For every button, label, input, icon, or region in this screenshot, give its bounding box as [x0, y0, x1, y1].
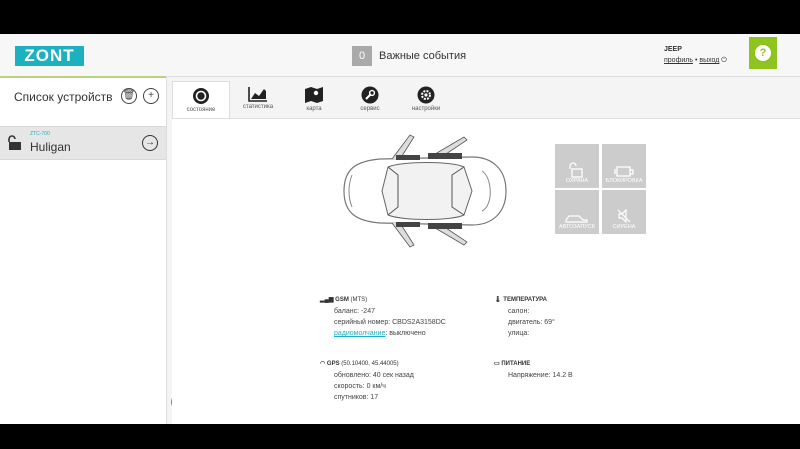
temperature-heading: 🌡 ТЕМПЕРАТУРА	[494, 295, 555, 306]
tab-label: сервис	[360, 106, 380, 112]
header: ZONT 0 Важные события JEEP профиль • вых…	[0, 34, 800, 77]
siren-button[interactable]: СИРЕНА	[602, 190, 646, 234]
logout-link[interactable]: выход	[699, 57, 719, 64]
help-button[interactable]: ?	[749, 37, 777, 69]
tab-settings[interactable]: настройки	[398, 81, 454, 117]
power-section: ▭ ПИТАНИЕ Напряжение: 14.2 В	[494, 359, 573, 381]
profile-link[interactable]: профиль	[664, 57, 693, 64]
user-separator: •	[694, 57, 698, 64]
tab-map[interactable]: карта	[286, 81, 342, 117]
tab-service[interactable]: сервис	[342, 81, 398, 117]
user-block: JEEP профиль • выход ⏻	[664, 44, 727, 66]
gps-speed: скорость: 0 км/ч	[334, 383, 386, 390]
user-name: JEEP	[664, 46, 682, 53]
radio-silence-value: : выключено	[385, 330, 426, 337]
power-icon[interactable]: ⏻	[721, 57, 727, 64]
immobilizer-button[interactable]: БЛОКИРОВКА	[602, 144, 646, 188]
sidebar: Список устройств 🗑 + ZTC-700 Huligan →	[0, 76, 167, 424]
autostart-button[interactable]: АВТОЗАПУСК	[555, 190, 599, 234]
temperature-section: 🌡 ТЕМПЕРАТУРА салон: двигатель: 69° улиц…	[494, 295, 555, 339]
record-icon	[193, 88, 209, 104]
engine-icon	[614, 166, 634, 177]
gsm-section: ▂▄▆ GSM (MTS) баланс: -247 серийный номе…	[320, 295, 446, 339]
gsm-radio: радиомолчание: выключено	[334, 328, 446, 339]
gps-heading: ◠ GPS (50.10400, 45.44005)	[320, 359, 414, 370]
app-window: ZONT 0 Важные события JEEP профиль • вых…	[0, 34, 800, 424]
tab-status[interactable]: состояние	[172, 81, 230, 119]
tab-bar: состояние статистика карта сервис настро…	[172, 81, 454, 119]
sidebar-accent-line	[0, 76, 166, 78]
power-voltage: Напряжение: 14.2 В	[508, 372, 573, 379]
wifi-icon: ◠	[320, 361, 327, 367]
question-icon: ?	[755, 45, 771, 61]
gps-updated: обновлено: 40 сек назад	[334, 372, 414, 379]
sidebar-title: Список устройств	[14, 90, 113, 104]
events-widget[interactable]: 0 Важные события	[352, 45, 466, 67]
car-top-view-icon	[343, 134, 507, 248]
gps-satellites: спутников: 17	[334, 394, 379, 401]
gsm-title: GSM	[335, 297, 349, 303]
tab-label: состояние	[186, 107, 216, 113]
power-title: ПИТАНИЕ	[501, 361, 531, 367]
device-item[interactable]: ZTC-700 Huligan →	[0, 126, 166, 160]
status-panel: ОХРАНА БЛОКИРОВКА АВТОЗАПУСК СИРЕНА ▂▄▆ …	[172, 118, 800, 424]
wrench-icon	[361, 86, 379, 104]
gps-section: ◠ GPS (50.10400, 45.44005) обновлено: 40…	[320, 359, 414, 403]
control-label: ОХРАНА	[565, 178, 589, 184]
security-button[interactable]: ОХРАНА	[555, 144, 599, 188]
gps-coords: (50.10400, 45.44005)	[341, 361, 399, 367]
tab-label: карта	[306, 106, 322, 112]
chart-icon	[248, 87, 267, 102]
car-start-icon	[565, 215, 588, 223]
control-label: АВТОЗАПУСК	[559, 224, 595, 230]
map-icon	[305, 87, 323, 103]
temp-engine: двигатель: 69°	[508, 319, 555, 326]
tab-label: статистика	[242, 104, 274, 110]
tab-label: настройки	[411, 106, 441, 112]
siren-off-icon	[617, 208, 631, 224]
events-count-badge: 0	[352, 46, 372, 66]
temp-street: улица:	[508, 330, 530, 337]
gsm-heading: ▂▄▆ GSM (MTS)	[320, 295, 446, 306]
zont-logo[interactable]: ZONT	[15, 46, 84, 66]
gear-icon	[417, 86, 435, 104]
events-label: Важные события	[379, 50, 467, 62]
gps-title: GPS	[326, 361, 340, 367]
temperature-title: ТЕМПЕРАТУРА	[503, 297, 547, 303]
unlock-icon	[569, 162, 583, 178]
delete-device-icon[interactable]: 🗑	[121, 88, 137, 104]
device-model: ZTC-700	[30, 131, 50, 137]
thermometer-icon: 🌡	[494, 297, 504, 303]
unlock-icon	[8, 135, 21, 150]
gsm-balance: баланс: -247	[334, 308, 375, 315]
signal-icon: ▂▄▆	[320, 297, 336, 303]
gsm-operator: (MTS)	[350, 297, 368, 303]
add-device-icon[interactable]: +	[143, 88, 159, 104]
power-heading: ▭ ПИТАНИЕ	[494, 359, 573, 370]
tab-statistics[interactable]: статистика	[230, 81, 286, 117]
arrow-right-icon[interactable]: →	[142, 135, 158, 151]
control-label: БЛОКИРОВКА	[605, 178, 643, 184]
gsm-serial: серийный номер: CBDS2A3158DC	[334, 319, 446, 326]
radio-silence-link[interactable]: радиомолчание	[334, 330, 385, 337]
control-label: СИРЕНА	[612, 224, 636, 230]
temp-cabin: салон:	[508, 308, 530, 315]
device-name: Huligan	[30, 140, 71, 154]
